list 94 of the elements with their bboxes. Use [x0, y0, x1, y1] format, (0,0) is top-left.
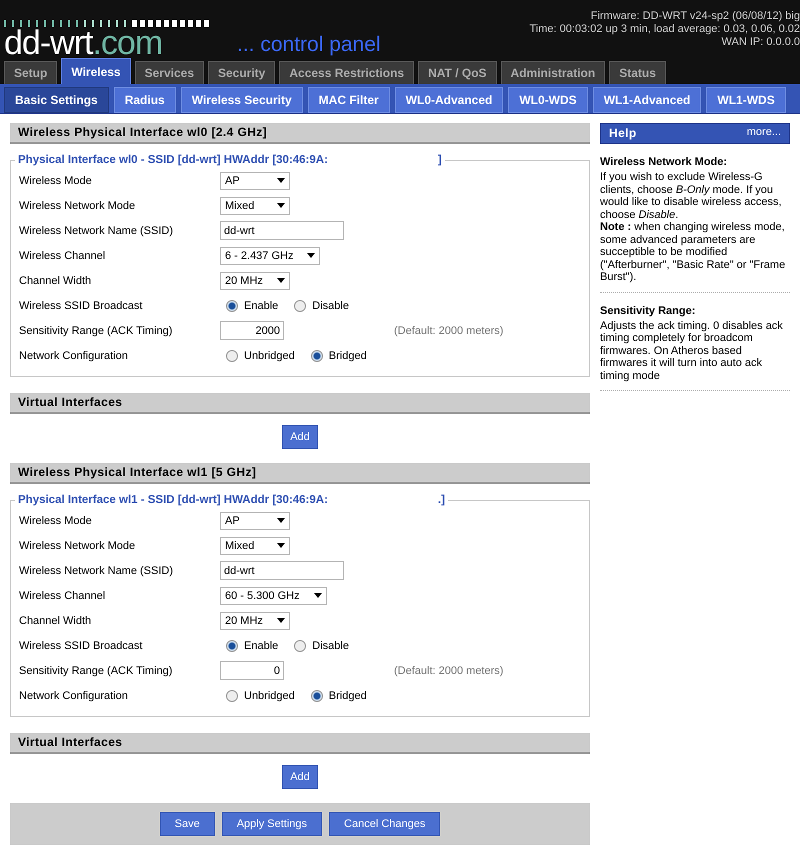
- ssid-input[interactable]: dd-wrt: [220, 561, 344, 580]
- radio-button[interactable]: [226, 640, 238, 652]
- nav-tab[interactable]: Setup: [4, 61, 58, 84]
- sub-tab[interactable]: Wireless Security: [180, 87, 303, 113]
- radio-button[interactable]: [226, 350, 238, 362]
- sub-tab[interactable]: WL0-WDS: [508, 87, 588, 113]
- nav-tab[interactable]: Administration: [500, 61, 606, 84]
- radio-label: Unbridged: [244, 350, 295, 362]
- sub-tab[interactable]: WL0-Advanced: [394, 87, 504, 113]
- dropdown-arrow-icon: [277, 278, 285, 283]
- dropdown[interactable]: 60 - 5.300 GHz: [220, 586, 327, 604]
- status-info: Firmware: DD-WRT v24-sp2 (06/08/12) big: [590, 10, 800, 23]
- nav-tab[interactable]: Access Restrictions: [279, 61, 414, 84]
- sub-tab[interactable]: WL1-WDS: [706, 87, 786, 113]
- logo: dd-wrt.com: [4, 28, 164, 58]
- tagline: ... control panel: [237, 35, 381, 55]
- nav-tab[interactable]: Wireless: [61, 58, 131, 84]
- field-label: Wireless Mode: [19, 174, 93, 186]
- field-label: Sensitivity Range (ACK Timing): [19, 324, 174, 336]
- dropdown-arrow-icon: [314, 593, 322, 598]
- dropdown-arrow-icon: [277, 178, 285, 183]
- legend-bracket: ]: [436, 154, 442, 166]
- status-info: Time: 00:03:02 up 3 min, load average: 0.03, 0.06, 0.02: [530, 23, 800, 36]
- radio-button[interactable]: [226, 690, 238, 702]
- dropdown-arrow-icon: [277, 203, 285, 208]
- status-info: WAN IP: 0.0.0.0: [720, 36, 800, 49]
- help-heading: Sensitivity Range:: [600, 304, 696, 316]
- fieldset-legend: Physical Interface wl1 - SSID [dd-wrt] HWAddr [30:46:9A:: [18, 494, 328, 506]
- field-label: Channel Width: [19, 274, 92, 286]
- dropdown-arrow-icon: [307, 253, 316, 258]
- radio-label: Disable: [312, 300, 349, 312]
- number-input[interactable]: 0: [220, 661, 284, 680]
- section-header: Wireless Physical Interface wl1 [5 GHz]: [10, 463, 590, 484]
- dropdown-arrow-icon: [277, 518, 285, 523]
- dropdown[interactable]: Mixed: [220, 196, 290, 214]
- field-label: Wireless SSID Broadcast: [19, 300, 144, 312]
- dropdown[interactable]: AP: [220, 172, 290, 190]
- radio-label: Bridged: [328, 350, 367, 362]
- field-label: Wireless SSID Broadcast: [19, 640, 144, 652]
- dropdown[interactable]: 20 MHz: [220, 612, 290, 630]
- radio-label: Disable: [312, 640, 349, 652]
- more-link[interactable]: more...: [746, 126, 781, 141]
- field-label: Channel Width: [19, 614, 92, 626]
- radio-label: Bridged: [328, 690, 367, 702]
- sub-tab[interactable]: MAC Filter: [308, 87, 390, 113]
- radio-button[interactable]: [294, 640, 306, 652]
- sub-tab[interactable]: Radius: [114, 87, 176, 113]
- add-button[interactable]: Add: [282, 425, 318, 449]
- radio-label: Enable: [244, 640, 278, 652]
- action-button[interactable]: Cancel Changes: [329, 812, 440, 836]
- dropdown[interactable]: 6 - 2.437 GHz: [220, 246, 320, 264]
- dropdown[interactable]: AP: [220, 512, 290, 530]
- field-label: Wireless Network Name (SSID): [19, 564, 174, 576]
- radio-button[interactable]: [226, 300, 238, 312]
- help-title: Help: [609, 126, 637, 141]
- help-text: If you wish to exclude Wireless-G clients, choose B-Only mode. If you would like to disable wireless access, choose Disable. Note : when changing wireless mode, some advanced parameters are succeptible to be modified ("Afterburner", "Basic Rate" or "Frame Burst").: [600, 171, 786, 284]
- field-label: Network Configuration: [19, 690, 129, 702]
- dropdown[interactable]: 20 MHz: [220, 272, 290, 290]
- dropdown-arrow-icon: [277, 543, 285, 548]
- field-label: Sensitivity Range (ACK Timing): [19, 664, 174, 676]
- field-label: Wireless Network Mode: [19, 540, 136, 552]
- action-button[interactable]: Save: [160, 812, 215, 836]
- field-label: Wireless Channel: [19, 590, 106, 602]
- help-heading: Wireless Network Mode:: [600, 156, 728, 168]
- sub-tab[interactable]: Basic Settings: [4, 87, 109, 113]
- add-button[interactable]: Add: [282, 765, 318, 789]
- section-header: Virtual Interfaces: [10, 393, 590, 414]
- ssid-input[interactable]: dd-wrt: [220, 221, 344, 240]
- field-label: Wireless Mode: [19, 514, 93, 526]
- dropdown-arrow-icon: [277, 618, 285, 623]
- default-hint: (Default: 2000 meters): [394, 664, 504, 676]
- sub-tab[interactable]: WL1-Advanced: [592, 87, 702, 113]
- section-header: Wireless Physical Interface wl0 [2.4 GHz]: [10, 123, 590, 144]
- default-hint: (Default: 2000 meters): [394, 324, 504, 336]
- nav-tab[interactable]: Status: [609, 61, 666, 84]
- radio-button[interactable]: [310, 690, 323, 702]
- field-label: Network Configuration: [19, 350, 129, 362]
- nav-tab[interactable]: Services: [134, 61, 204, 84]
- radio-label: Enable: [244, 300, 278, 312]
- nav-tab[interactable]: Security: [208, 61, 276, 84]
- section-header: Virtual Interfaces: [10, 733, 590, 754]
- legend-bracket: .]: [436, 494, 445, 506]
- radio-label: Unbridged: [244, 690, 295, 702]
- dropdown[interactable]: Mixed: [220, 536, 290, 554]
- field-label: Wireless Network Name (SSID): [19, 224, 174, 236]
- help-text: Adjusts the ack timing. 0 disables ack timing completely for broadcom firmwares. On Atheros based firmwares it will turn into auto ack timing mode: [600, 320, 784, 382]
- nav-tab[interactable]: NAT / QoS: [418, 61, 497, 84]
- field-label: Wireless Channel: [19, 250, 106, 262]
- action-button[interactable]: Apply Settings: [222, 812, 322, 836]
- field-label: Wireless Network Mode: [19, 200, 136, 212]
- fieldset-legend: Physical Interface wl0 - SSID [dd-wrt] HWAddr [30:46:9A:: [18, 154, 328, 166]
- radio-button[interactable]: [294, 300, 306, 312]
- number-input[interactable]: 2000: [220, 321, 284, 340]
- radio-button[interactable]: [310, 350, 323, 362]
